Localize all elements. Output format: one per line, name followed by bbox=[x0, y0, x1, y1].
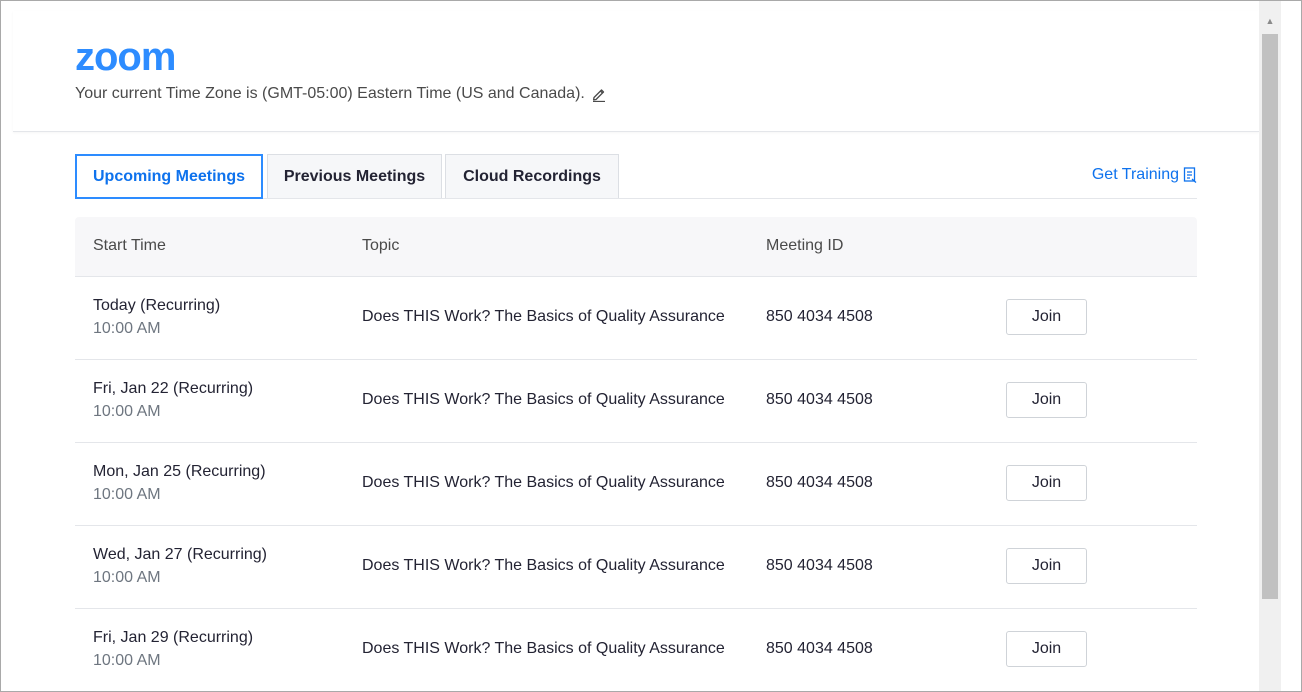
join-button[interactable]: Join bbox=[1006, 465, 1087, 501]
tab-upcoming-meetings[interactable]: Upcoming Meetings bbox=[75, 154, 263, 199]
meeting-id: 850 4034 4508 bbox=[766, 557, 873, 574]
scrollbar-thumb[interactable] bbox=[1262, 34, 1278, 599]
table-row: Wed, Jan 27 (Recurring) 10:00 AM Does TH… bbox=[75, 526, 1197, 609]
scroll-up-arrow-icon[interactable]: ▲ bbox=[1259, 11, 1281, 31]
get-training-link[interactable]: Get Training bbox=[1092, 166, 1197, 184]
meeting-id: 850 4034 4508 bbox=[766, 474, 873, 491]
join-button[interactable]: Join bbox=[1006, 548, 1087, 584]
timezone-text: Your current Time Zone is (GMT-05:00) Ea… bbox=[75, 85, 585, 102]
document-icon bbox=[1183, 167, 1197, 183]
column-meeting-id: Meeting ID bbox=[766, 237, 844, 254]
meetings-table: Start Time Topic Meeting ID Today (Recur… bbox=[75, 217, 1197, 691]
meeting-date: Fri, Jan 29 (Recurring) bbox=[93, 629, 254, 646]
join-button[interactable]: Join bbox=[1006, 631, 1087, 667]
browser-frame: zoom Your current Time Zone is (GMT-05:0… bbox=[0, 0, 1302, 692]
tab-cloud-recordings[interactable]: Cloud Recordings bbox=[445, 154, 619, 198]
meeting-time: 10:00 AM bbox=[93, 403, 161, 420]
meetings-page: zoom Your current Time Zone is (GMT-05:0… bbox=[1, 1, 1259, 691]
table-row: Mon, Jan 25 (Recurring) 10:00 AM Does TH… bbox=[75, 443, 1197, 526]
meeting-id: 850 4034 4508 bbox=[766, 640, 873, 657]
meeting-date: Fri, Jan 22 (Recurring) bbox=[93, 380, 254, 397]
meeting-time: 10:00 AM bbox=[93, 320, 161, 337]
meeting-time: 10:00 AM bbox=[93, 652, 161, 669]
meeting-id: 850 4034 4508 bbox=[766, 308, 873, 325]
meeting-time: 10:00 AM bbox=[93, 486, 161, 503]
zoom-logo[interactable]: zoom bbox=[75, 37, 176, 77]
column-start-time: Start Time bbox=[93, 237, 166, 254]
timezone-info: Your current Time Zone is (GMT-05:00) Ea… bbox=[75, 85, 607, 103]
column-topic: Topic bbox=[362, 237, 400, 254]
meeting-tabs: Upcoming Meetings Previous Meetings Clou… bbox=[75, 154, 1197, 199]
meeting-id: 850 4034 4508 bbox=[766, 391, 873, 408]
tab-previous-meetings[interactable]: Previous Meetings bbox=[267, 154, 442, 198]
table-row: Today (Recurring) 10:00 AM Does THIS Wor… bbox=[75, 277, 1197, 360]
join-button[interactable]: Join bbox=[1006, 382, 1087, 418]
vertical-scrollbar[interactable]: ▲ bbox=[1259, 1, 1281, 691]
table-row: Fri, Jan 22 (Recurring) 10:00 AM Does TH… bbox=[75, 360, 1197, 443]
meeting-date: Mon, Jan 25 (Recurring) bbox=[93, 463, 266, 480]
meeting-topic[interactable]: Does THIS Work? The Basics of Quality As… bbox=[362, 640, 725, 658]
meeting-topic[interactable]: Does THIS Work? The Basics of Quality As… bbox=[362, 308, 725, 326]
join-button[interactable]: Join bbox=[1006, 299, 1087, 335]
table-header: Start Time Topic Meeting ID bbox=[75, 217, 1197, 277]
table-row: Fri, Jan 29 (Recurring) 10:00 AM Does TH… bbox=[75, 609, 1197, 691]
pencil-icon[interactable] bbox=[591, 86, 607, 102]
meeting-date: Today (Recurring) bbox=[93, 297, 221, 314]
meeting-date: Wed, Jan 27 (Recurring) bbox=[93, 546, 267, 563]
meeting-topic[interactable]: Does THIS Work? The Basics of Quality As… bbox=[362, 557, 725, 575]
get-training-label: Get Training bbox=[1091, 166, 1179, 183]
meeting-time: 10:00 AM bbox=[93, 569, 161, 586]
meeting-topic[interactable]: Does THIS Work? The Basics of Quality As… bbox=[362, 391, 725, 409]
page-header: zoom Your current Time Zone is (GMT-05:0… bbox=[13, 11, 1259, 132]
meeting-topic[interactable]: Does THIS Work? The Basics of Quality As… bbox=[362, 474, 725, 492]
